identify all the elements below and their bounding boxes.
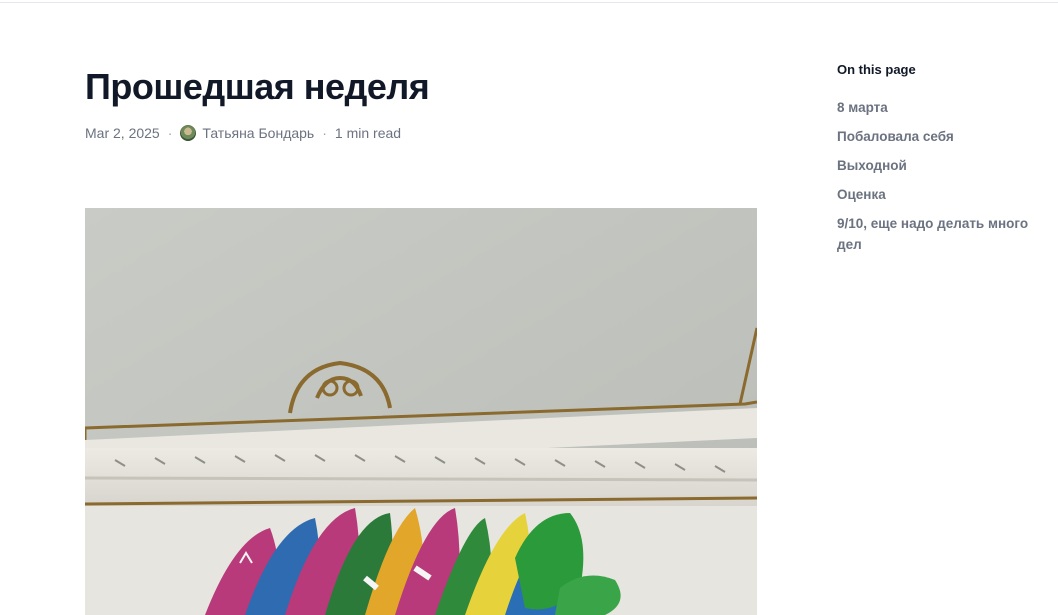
article-meta: Mar 2, 2025 · Татьяна Бондарь · 1 min re… (85, 122, 757, 144)
toc-item[interactable]: 8 марта (837, 97, 1052, 118)
author-avatar (180, 125, 197, 141)
publish-date: Mar 2, 2025 (85, 125, 160, 141)
toc-item[interactable]: Оценка (837, 184, 1052, 205)
meta-separator: · (167, 125, 173, 141)
article-header: Прошедшая неделя Mar 2, 2025 · Татьяна Б… (85, 62, 757, 144)
toc-item[interactable]: Выходной (837, 155, 1052, 176)
meta-separator: · (322, 125, 327, 141)
toc-title: On this page (837, 62, 916, 77)
page-title: Прошедшая неделя (85, 66, 430, 107)
author-name[interactable]: Татьяна Бондарь (202, 125, 314, 141)
toc-item[interactable]: Побаловала себя (837, 126, 1052, 147)
top-border (0, 0, 1058, 3)
read-time: 1 min read (334, 125, 402, 141)
hero-image (85, 208, 757, 615)
toc-item[interactable]: 9/10, еще надо делать много дел (837, 213, 1052, 255)
table-of-contents: On this page 8 марта Побаловала себя Вых… (837, 61, 1052, 263)
toc-list: 8 марта Побаловала себя Выходной Оценка … (837, 97, 1052, 255)
